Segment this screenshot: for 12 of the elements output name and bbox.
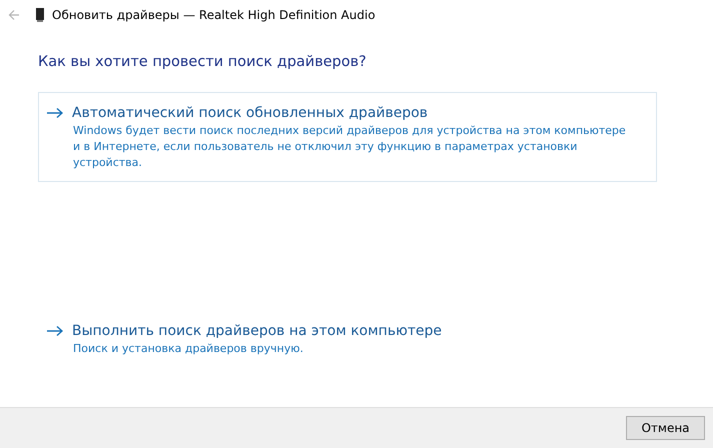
- device-icon: [36, 8, 44, 22]
- option-title: Выполнить поиск драйверов на этом компьютере: [72, 322, 442, 341]
- heading: Как вы хотите провести поиск драйверов?: [38, 53, 368, 72]
- option-link[interactable]: [38, 92, 657, 182]
- option-link[interactable]: Выполнить поиск драйверов на этом компьютере Поиск и установка драйверов вручную.: [38, 310, 657, 368]
- arrow-icon: [46, 324, 64, 337]
- cancel-button[interactable]: Отмена: [626, 416, 705, 440]
- option-title: Автоматический поиск обновленных драйверов: [72, 104, 428, 123]
- option-description: Windows будет вести поиск последних версий драйверов для устройства на этом компьютере и в Интернете, если пользователь не отключил эту функцию в параметрах установки устройства.: [73, 122, 627, 171]
- option-description: Поиск и установка драйверов вручную.: [73, 340, 304, 357]
- window-title: Обновить драйверы — Realtek High Definition Audio: [52, 7, 376, 24]
- arrow-icon: [46, 106, 64, 119]
